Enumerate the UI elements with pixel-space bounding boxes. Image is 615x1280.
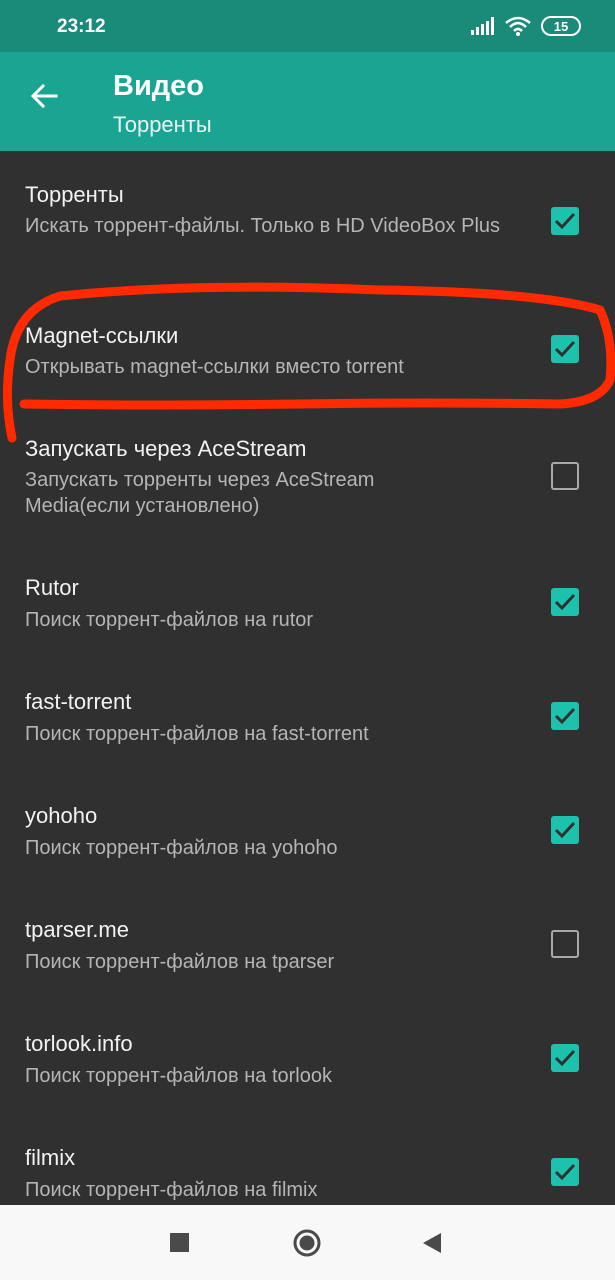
setting-summary: Запускать торренты через AceStream Media… bbox=[25, 469, 375, 517]
setting-title: Запускать через AceStream bbox=[25, 436, 307, 461]
setting-acestream[interactable]: Запускать через AceStream Запускать торр… bbox=[0, 413, 615, 541]
check-icon bbox=[554, 340, 576, 358]
setting-title: fast-torrent bbox=[25, 689, 132, 714]
check-icon bbox=[554, 593, 576, 611]
checkbox-unchecked[interactable] bbox=[551, 930, 579, 958]
settings-list: Торренты Искать торрент-файлы. Только в … bbox=[0, 151, 615, 1205]
setting-summary: Открывать magnet-ссылки вместо torrent bbox=[25, 356, 404, 378]
setting-summary: Поиск торрент-файлов на yohoho bbox=[25, 837, 338, 859]
battery-icon: 15 bbox=[541, 16, 581, 36]
checkbox-checked[interactable] bbox=[551, 1158, 579, 1186]
setting-rutor[interactable]: Rutor Поиск торрент-файлов на rutor bbox=[0, 551, 615, 661]
setting-title: Торренты bbox=[25, 182, 124, 207]
home-circle-icon[interactable] bbox=[293, 1229, 321, 1257]
check-icon bbox=[554, 1049, 576, 1067]
check-icon bbox=[554, 1163, 576, 1181]
setting-yohoho[interactable]: yohoho Поиск торрент-файлов на yohoho bbox=[0, 779, 615, 889]
page-subtitle: Торренты bbox=[113, 112, 212, 137]
setting-summary: Поиск торрент-файлов на tparser bbox=[25, 951, 335, 973]
system-nav-bar bbox=[0, 1205, 615, 1280]
checkbox-checked[interactable] bbox=[551, 702, 579, 730]
setting-tparser[interactable]: tparser.me Поиск торрент-файлов на tpars… bbox=[0, 893, 615, 1003]
setting-magnet-links[interactable]: Magnet-ссылки Открывать magnet-ссылки вм… bbox=[0, 301, 615, 411]
setting-title: Magnet-ссылки bbox=[25, 323, 179, 348]
setting-summary: Поиск торрент-файлов на torlook bbox=[25, 1065, 332, 1087]
setting-title: yohoho bbox=[25, 803, 98, 828]
arrow-back-icon[interactable] bbox=[26, 78, 62, 114]
back-triangle-icon[interactable] bbox=[423, 1233, 442, 1253]
setting-title: torlook.info bbox=[25, 1031, 133, 1056]
checkbox-checked[interactable] bbox=[551, 1044, 579, 1072]
setting-fast-torrent[interactable]: fast-torrent Поиск торрент-файлов на fas… bbox=[0, 665, 615, 775]
setting-summary: Искать торрент-файлы. Только в HD VideoB… bbox=[25, 215, 501, 237]
checkbox-checked[interactable] bbox=[551, 588, 579, 616]
app-bar: Видео Торренты bbox=[0, 52, 615, 151]
setting-torlook[interactable]: torlook.info Поиск торрент-файлов на tor… bbox=[0, 1007, 615, 1117]
setting-filmix[interactable]: filmix Поиск торрент-файлов на filmix bbox=[0, 1121, 615, 1205]
battery-level: 15 bbox=[553, 18, 569, 34]
setting-title: filmix bbox=[25, 1145, 76, 1170]
checkbox-checked[interactable] bbox=[551, 335, 579, 363]
setting-summary: Поиск торрент-файлов на filmix bbox=[25, 1179, 318, 1201]
checkbox-unchecked[interactable] bbox=[551, 462, 579, 490]
check-icon bbox=[554, 821, 576, 839]
setting-torrents[interactable]: Торренты Искать торрент-файлы. Только в … bbox=[0, 151, 615, 279]
check-icon bbox=[554, 707, 576, 725]
recents-square-icon[interactable] bbox=[170, 1233, 189, 1252]
setting-title: Rutor bbox=[25, 575, 79, 600]
setting-title: tparser.me bbox=[25, 917, 129, 942]
setting-summary: Поиск торрент-файлов на rutor bbox=[25, 609, 314, 631]
wifi-icon bbox=[505, 16, 531, 36]
signal-icon bbox=[471, 17, 494, 35]
setting-summary: Поиск торрент-файлов на fast-torrent bbox=[25, 723, 369, 745]
checkbox-checked[interactable] bbox=[551, 816, 579, 844]
checkbox-checked[interactable] bbox=[551, 207, 579, 235]
status-time: 23:12 bbox=[57, 16, 106, 37]
status-icons: 15 bbox=[471, 15, 581, 37]
page-title: Видео bbox=[113, 70, 205, 102]
status-bar: 23:12 15 bbox=[0, 0, 615, 52]
check-icon bbox=[554, 212, 576, 230]
